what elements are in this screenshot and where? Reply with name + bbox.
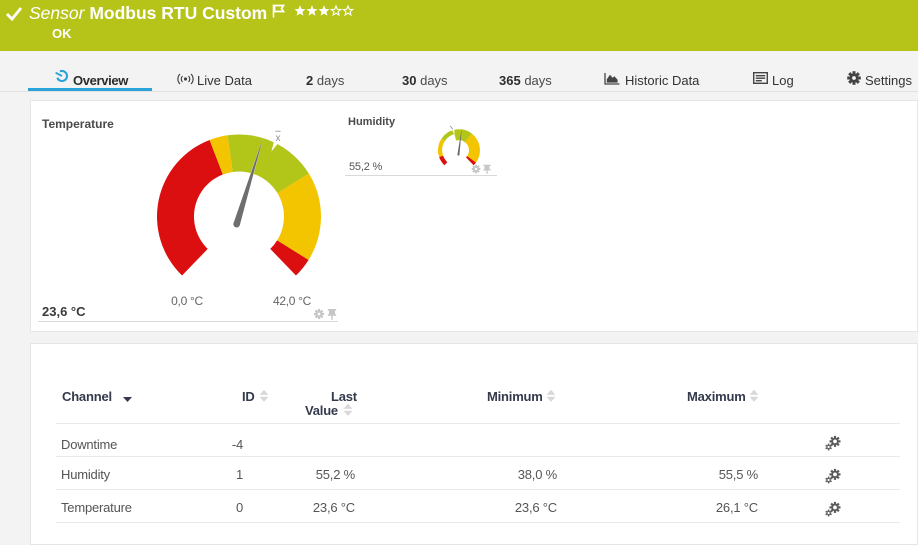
svg-text:x: x bbox=[276, 133, 281, 144]
